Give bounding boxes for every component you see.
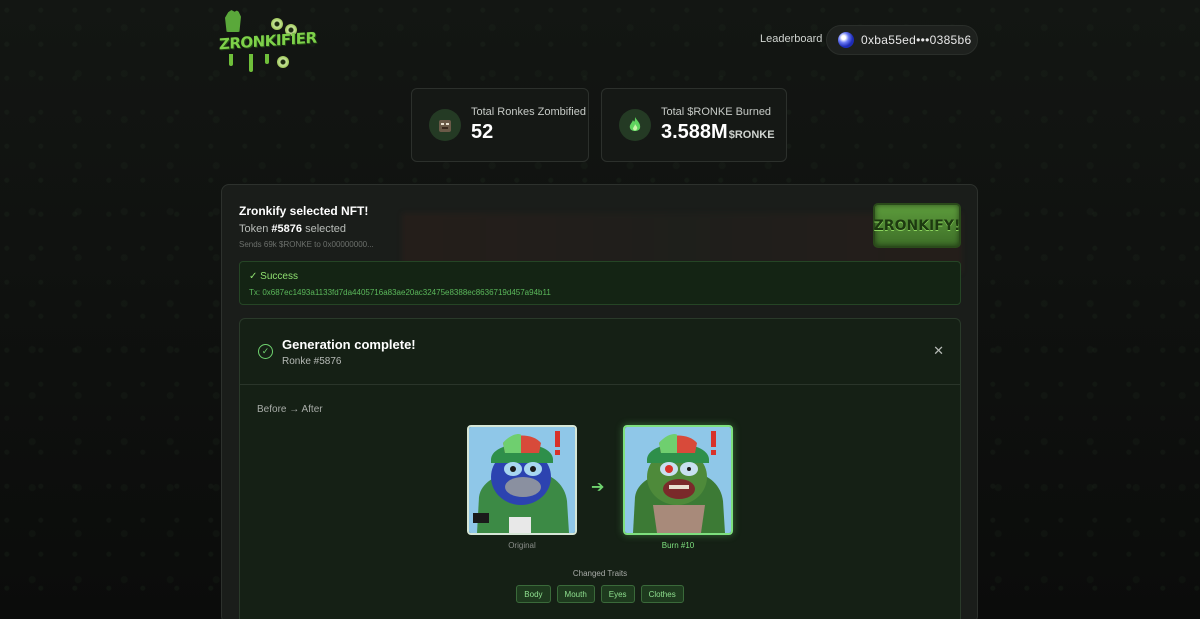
slime-drip [229,54,233,66]
zombie-hand-icon [225,10,241,32]
trait-chip-clothes: Clothes [640,585,684,603]
wallet-button[interactable]: 0xba55ed•••0385b6 [826,25,978,55]
generation-title: Generation complete! [282,337,416,352]
success-banner: ✓ Success Tx: 0x687ec1493a1133fd7da44057… [239,261,961,305]
generation-result-panel: ✓ Generation complete! Ronke #5876 ✕ Bef… [239,318,961,619]
zronkify-panel: Zronkify selected NFT! Token #5876 selec… [221,184,978,619]
close-icon[interactable]: ✕ [933,343,944,359]
arrow-right-icon: ➔ [591,479,605,496]
trait-chip-body: Body [516,585,551,603]
changed-traits-label: Changed Traits [572,569,628,578]
stat-unit: $RONKE [728,129,775,141]
stat-value: 3.588M [661,121,728,143]
zronkifier-logo[interactable]: ZRONKIFIER [219,10,317,74]
eyeball-icon [271,18,283,30]
stat-label: Total $RONKE Burned [661,106,772,118]
success-title: ✓ Success [249,271,298,282]
slime-drip [265,54,269,64]
stat-value: 52 [471,121,494,143]
zronkify-button[interactable]: ZRONKIFY! [873,203,961,248]
trait-chip-eyes: Eyes [600,585,635,603]
logo-text: ZRONKIFIER [219,28,317,54]
trait-chip-mouth: Mouth [556,585,595,603]
generation-header: ✓ Generation complete! Ronke #5876 ✕ [240,319,960,385]
check-circle-icon: ✓ [258,344,273,359]
nav-leaderboard-link[interactable]: Leaderboard [760,33,822,45]
flame-icon [619,109,651,141]
stat-label: Total Ronkes Zombified [471,106,586,118]
wallet-address: 0xba55ed•••0385b6 [861,33,972,47]
burn-caption: Burn #10 [661,541,695,550]
changed-traits-list: Body Mouth Eyes Clothes [240,585,960,603]
original-nft-image[interactable] [467,425,577,535]
zombified-nft-image[interactable] [623,425,733,535]
zronkify-title: Zronkify selected NFT! [239,204,369,218]
stat-card-burned: Total $RONKE Burned 3.588M$RONKE [601,88,787,162]
before-after-label: Before → After [257,404,323,415]
token-id: #5876 [271,223,303,235]
selected-token-text: Token #5876 selected [239,223,347,235]
zombie-avatar-icon [429,109,461,141]
transaction-hash[interactable]: Tx: 0x687ec1493a1133fd7da4405716a83ae20a… [249,288,551,297]
slime-drip [249,54,253,72]
wallet-avatar-icon [838,32,854,48]
eyeball-icon [277,56,289,68]
generation-subtitle: Ronke #5876 [282,356,342,367]
original-caption: Original [508,541,536,550]
sends-info: Sends 69k $RONKE to 0x00000000... [239,240,374,249]
stat-card-zombified: Total Ronkes Zombified 52 [411,88,589,162]
